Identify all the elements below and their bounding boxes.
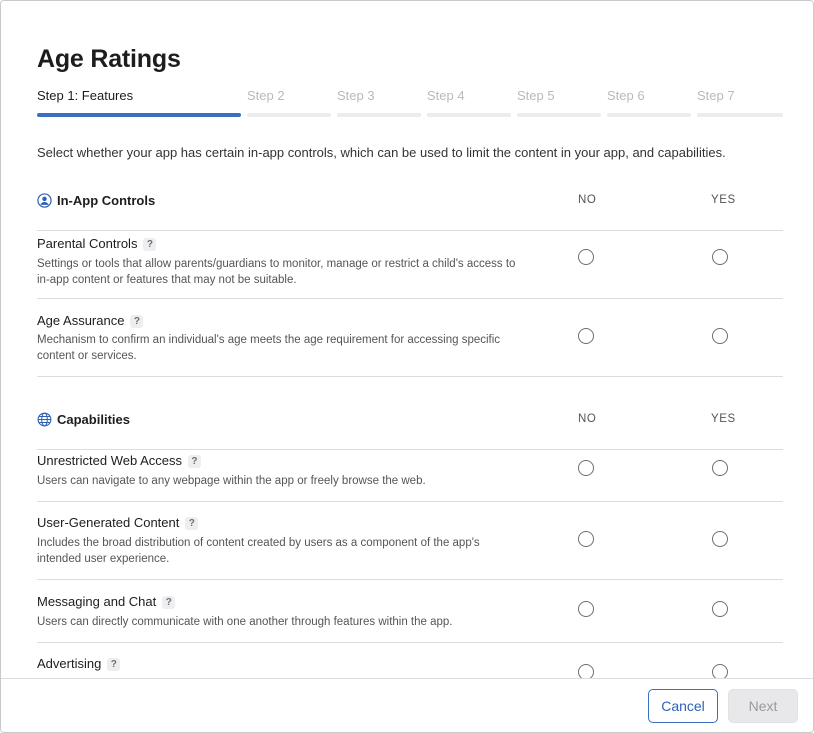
section-title: Capabilities — [57, 412, 130, 427]
question-row-user-generated-content: User-Generated Content? Includes the bro… — [37, 502, 783, 580]
step-label: Step 1: Features — [37, 88, 134, 103]
question-name: Parental Controls? — [37, 236, 157, 251]
radio-yes[interactable] — [712, 601, 728, 617]
step-4: Step 4 — [427, 87, 511, 119]
question-description: Includes the broad distribution of conte… — [37, 537, 480, 565]
radio-yes[interactable] — [712, 460, 728, 476]
next-button[interactable]: Next — [728, 689, 798, 723]
step-label: Step 6 — [607, 88, 645, 103]
question-name: Advertising? — [37, 656, 121, 671]
question-name: User-Generated Content? — [37, 515, 199, 530]
step-7: Step 7 — [697, 87, 783, 119]
step-6: Step 6 — [607, 87, 691, 119]
column-header-no: NO — [578, 413, 597, 425]
question-name: Messaging and Chat? — [37, 594, 176, 609]
radio-no[interactable] — [578, 531, 594, 547]
radio-no[interactable] — [578, 601, 594, 617]
dialog-content[interactable]: Age Ratings Step 1: Features Step 2 Step… — [1, 1, 813, 678]
help-icon[interactable]: ? — [143, 238, 157, 251]
help-icon[interactable]: ? — [187, 455, 201, 468]
question-row-unrestricted-web-access: Unrestricted Web Access? Users can navig… — [37, 439, 783, 502]
column-header-yes: YES — [711, 413, 736, 425]
question-description: Mechanism to confirm an individual's age… — [37, 334, 501, 362]
question-row-parental-controls: Parental Controls? Settings or tools tha… — [37, 220, 783, 299]
step-label: Step 2 — [247, 88, 285, 103]
radio-no[interactable] — [578, 460, 594, 476]
radio-yes[interactable] — [712, 664, 728, 678]
step-progress-bar — [427, 113, 511, 117]
question-description: Settings or tools that allow parents/gua… — [37, 258, 516, 286]
help-icon[interactable]: ? — [107, 658, 121, 671]
step-3: Step 3 — [337, 87, 421, 119]
step-5: Step 5 — [517, 87, 601, 119]
cancel-button[interactable]: Cancel — [648, 689, 718, 723]
radio-yes[interactable] — [712, 249, 728, 265]
step-indicator: Step 1: Features Step 2 Step 3 Step 4 St… — [37, 87, 783, 119]
question-row-age-assurance: Age Assurance? Mechanism to confirm an i… — [37, 299, 783, 377]
step-label: Step 4 — [427, 88, 465, 103]
question-row-messaging-and-chat: Messaging and Chat? Users can directly c… — [37, 580, 783, 643]
question-description: Users can directly communicate with one … — [37, 616, 453, 628]
step-2: Step 2 — [247, 87, 331, 119]
dialog-footer: Cancel Next — [1, 678, 813, 732]
help-icon[interactable]: ? — [130, 315, 144, 328]
radio-no[interactable] — [578, 249, 594, 265]
step-progress-bar — [697, 113, 783, 117]
question-name: Age Assurance? — [37, 313, 144, 328]
radio-no[interactable] — [578, 664, 594, 678]
question-row-advertising: Advertising? — [37, 643, 783, 678]
radio-no[interactable] — [578, 328, 594, 344]
globe-icon — [37, 412, 52, 427]
intro-text: Select whether your app has certain in-a… — [37, 145, 726, 160]
step-label: Step 5 — [517, 88, 555, 103]
column-header-no: NO — [578, 194, 597, 206]
step-progress-bar — [517, 113, 601, 117]
question-name: Unrestricted Web Access? — [37, 453, 201, 468]
radio-yes[interactable] — [712, 328, 728, 344]
step-1: Step 1: Features — [37, 87, 241, 119]
column-header-yes: YES — [711, 194, 736, 206]
step-label: Step 3 — [337, 88, 375, 103]
step-progress-bar — [607, 113, 691, 117]
step-label: Step 7 — [697, 88, 735, 103]
section-title: In-App Controls — [57, 193, 156, 208]
step-progress-bar — [247, 113, 331, 117]
dialog-title: Age Ratings — [37, 45, 181, 73]
step-progress-bar — [337, 113, 421, 117]
help-icon[interactable]: ? — [162, 596, 176, 609]
help-icon[interactable]: ? — [185, 517, 199, 530]
age-ratings-dialog: Age Ratings Step 1: Features Step 2 Step… — [0, 0, 814, 733]
step-progress-bar — [37, 113, 241, 117]
person-circle-icon — [37, 193, 52, 208]
question-description: Users can navigate to any webpage within… — [37, 475, 426, 487]
radio-yes[interactable] — [712, 531, 728, 547]
